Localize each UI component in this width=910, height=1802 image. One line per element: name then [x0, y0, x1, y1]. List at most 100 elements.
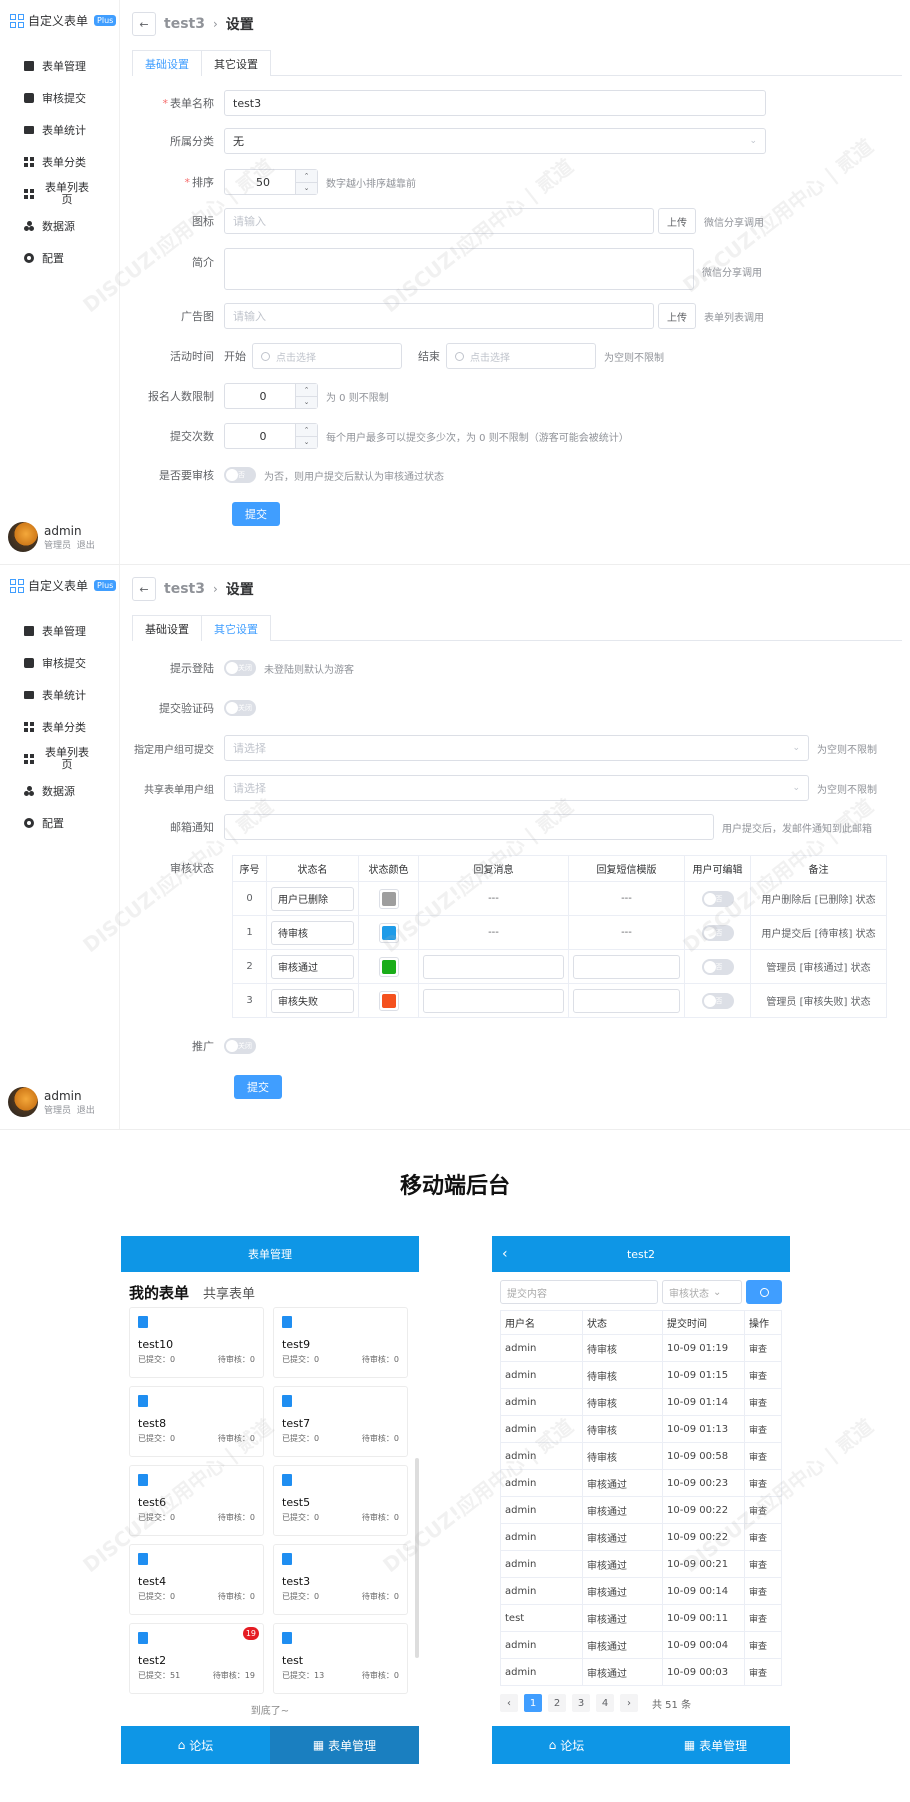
sort-stepper[interactable]: 50 ⌃ ⌄ [224, 169, 318, 195]
table-row[interactable]: admin 待审核 10-09 01:13 审查 [500, 1415, 782, 1443]
table-row[interactable]: admin 审核通过 10-09 00:21 审查 [500, 1550, 782, 1578]
avatar[interactable] [8, 1087, 38, 1117]
review-link[interactable]: 审查 [744, 1388, 782, 1416]
review-link[interactable]: 审查 [744, 1361, 782, 1389]
app-logo[interactable]: 自定义表单 Plus [10, 577, 117, 594]
tab-other[interactable]: 其它设置 [202, 615, 271, 641]
form-card[interactable]: test4 已提交：0 待审核：0 [129, 1544, 264, 1615]
avatar[interactable] [8, 522, 38, 552]
tab-shared-forms[interactable]: 共享表单 [203, 1283, 255, 1302]
time-start-picker[interactable]: 点击选择 [252, 343, 402, 369]
table-row[interactable]: admin 审核通过 10-09 00:14 审查 [500, 1577, 782, 1605]
category-select[interactable]: 无 ⌄ [224, 128, 766, 154]
chevron-up-icon[interactable]: ⌃ [296, 170, 317, 182]
icon-input[interactable]: 请输入 [224, 208, 654, 234]
sidebar-item-audit[interactable]: 审核提交 [0, 82, 120, 114]
footer-tab-forum[interactable]: ⌂ 论坛 [121, 1726, 270, 1764]
form-card[interactable]: test6 已提交：0 待审核：0 [129, 1465, 264, 1536]
breadcrumb-form[interactable]: test3 [164, 16, 205, 32]
form-name-input[interactable]: test3 [224, 90, 766, 116]
table-row[interactable]: admin 待审核 10-09 00:58 审查 [500, 1442, 782, 1470]
logout-link[interactable]: 退出 [77, 541, 95, 551]
tab-my-forms[interactable]: 我的表单 [129, 1282, 189, 1303]
review-link[interactable]: 审查 [744, 1604, 782, 1632]
table-row[interactable]: admin 审核通过 10-09 00:22 审查 [500, 1523, 782, 1551]
table-row[interactable]: admin 待审核 10-09 01:19 审查 [500, 1334, 782, 1362]
mail-input[interactable] [224, 814, 714, 840]
sidebar-item-audit[interactable]: 审核提交 [0, 647, 120, 679]
page-4[interactable]: 4 [596, 1694, 614, 1712]
form-card[interactable]: test 已提交：13 待审核：0 [273, 1623, 408, 1694]
sidebar-item-list-page[interactable]: 表单列表页 [0, 178, 120, 210]
review-link[interactable]: 审查 [744, 1415, 782, 1443]
next-page-button[interactable]: › [620, 1694, 638, 1712]
intro-textarea[interactable] [224, 248, 694, 290]
reply-input[interactable] [423, 954, 564, 979]
ad-input[interactable]: 请输入 [224, 303, 654, 329]
tab-basic[interactable]: 基础设置 [132, 50, 202, 76]
sidebar-item-list-page[interactable]: 表单列表页 [0, 743, 120, 775]
sms-input[interactable] [573, 954, 680, 979]
form-card[interactable]: test8 已提交：0 待审核：0 [129, 1386, 264, 1457]
search-button[interactable] [746, 1280, 782, 1304]
form-card[interactable]: test9 已提交：0 待审核：0 [273, 1307, 408, 1378]
breadcrumb-form[interactable]: test3 [164, 581, 205, 597]
ad-upload-button[interactable]: 上传 [658, 303, 696, 329]
tab-basic[interactable]: 基础设置 [132, 615, 202, 641]
page-1[interactable]: 1 [524, 1694, 542, 1712]
review-link[interactable]: 审查 [744, 1442, 782, 1470]
color-picker[interactable] [378, 990, 399, 1011]
audit-switch[interactable]: 否 [224, 467, 256, 483]
editable-switch[interactable]: 否 [701, 890, 734, 907]
status-name-input[interactable]: 用户已删除 [271, 886, 354, 911]
captcha-switch[interactable]: 关闭 [224, 700, 256, 716]
editable-switch[interactable]: 否 [701, 992, 734, 1009]
color-picker[interactable] [378, 956, 399, 977]
icon-upload-button[interactable]: 上传 [658, 208, 696, 234]
sidebar-item-stats[interactable]: 表单统计 [0, 114, 120, 146]
prev-page-button[interactable]: ‹ [500, 1694, 518, 1712]
tab-other[interactable]: 其它设置 [202, 50, 271, 76]
sms-input[interactable] [573, 988, 680, 1013]
form-card[interactable]: test3 已提交：0 待审核：0 [273, 1544, 408, 1615]
sidebar-item-stats[interactable]: 表单统计 [0, 679, 120, 711]
scrollbar[interactable] [415, 1458, 419, 1658]
table-row[interactable]: admin 审核通过 10-09 00:04 审查 [500, 1631, 782, 1659]
sidebar-item-category[interactable]: 表单分类 [0, 146, 120, 178]
table-row[interactable]: admin 审核通过 10-09 00:22 审查 [500, 1496, 782, 1524]
sidebar-item-category[interactable]: 表单分类 [0, 711, 120, 743]
sidebar-item-config[interactable]: 配置 [0, 807, 120, 839]
review-link[interactable]: 审查 [744, 1469, 782, 1497]
form-card[interactable]: test7 已提交：0 待审核：0 [273, 1386, 408, 1457]
chevron-up-icon[interactable]: ⌃ [296, 384, 317, 396]
sidebar-item-form-manage[interactable]: 表单管理 [0, 50, 120, 82]
sidebar-item-form-manage[interactable]: 表单管理 [0, 615, 120, 647]
app-logo[interactable]: 自定义表单 Plus [10, 12, 117, 29]
status-name-input[interactable]: 审核通过 [271, 954, 354, 979]
color-picker[interactable] [378, 922, 399, 943]
footer-tab-forum[interactable]: ⌂ 论坛 [492, 1726, 641, 1764]
form-card[interactable]: test5 已提交：0 待审核：0 [273, 1465, 408, 1536]
reply-input[interactable] [423, 988, 564, 1013]
review-link[interactable]: 审查 [744, 1334, 782, 1362]
chevron-up-icon[interactable]: ⌃ [296, 424, 317, 436]
form-card[interactable]: test2 已提交：51 待审核：19 19 [129, 1623, 264, 1694]
editable-switch[interactable]: 否 [701, 924, 734, 941]
logout-link[interactable]: 退出 [77, 1106, 95, 1116]
footer-tab-form-manage[interactable]: ▦ 表单管理 [270, 1726, 419, 1764]
page-3[interactable]: 3 [572, 1694, 590, 1712]
editable-switch[interactable]: 否 [701, 958, 734, 975]
review-link[interactable]: 审查 [744, 1550, 782, 1578]
form-card[interactable]: test10 已提交：0 待审核：0 [129, 1307, 264, 1378]
back-button[interactable]: ← [132, 577, 156, 601]
search-input[interactable]: 提交内容 [500, 1280, 658, 1304]
review-link[interactable]: 审查 [744, 1523, 782, 1551]
back-button[interactable]: ← [132, 12, 156, 36]
table-row[interactable]: admin 待审核 10-09 01:15 审查 [500, 1361, 782, 1389]
table-row[interactable]: admin 审核通过 10-09 00:03 审查 [500, 1658, 782, 1686]
time-end-picker[interactable]: 点击选择 [446, 343, 596, 369]
chevron-down-icon[interactable]: ⌄ [296, 181, 317, 195]
footer-tab-form-manage[interactable]: ▦ 表单管理 [641, 1726, 790, 1764]
group-select[interactable]: 请选择 ⌄ [224, 735, 809, 761]
table-row[interactable]: test 审核通过 10-09 00:11 审查 [500, 1604, 782, 1632]
